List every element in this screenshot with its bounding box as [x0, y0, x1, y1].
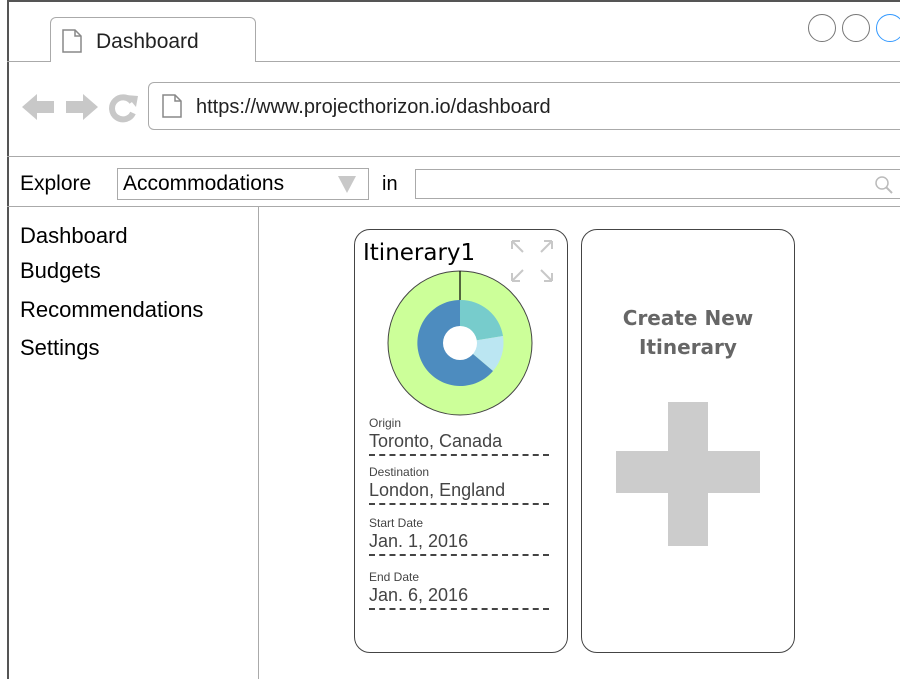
create-itinerary-line2: Itinerary [639, 335, 737, 359]
search-icon[interactable] [874, 175, 894, 195]
window-left-edge [7, 0, 9, 679]
create-itinerary-line1: Create New [622, 306, 754, 330]
category-dropdown-value: Accommodations [123, 172, 285, 195]
sidebar-item-recommendations[interactable]: Recommendations [20, 297, 203, 323]
plus-icon[interactable] [616, 402, 760, 546]
browser-window: Dashboard https://www.projecthorizon.io/… [0, 0, 900, 679]
back-arrow-icon[interactable] [22, 92, 56, 122]
document-icon [162, 94, 182, 118]
in-label: in [382, 173, 398, 195]
sidebar-item-budgets[interactable]: Budgets [20, 258, 101, 284]
destination-value: London, England [369, 480, 506, 500]
address-bar[interactable]: https://www.projecthorizon.io/dashboard [148, 82, 900, 130]
end-date-field: End Date Jan. 6, 2016 [369, 570, 549, 610]
destination-label: Destination [369, 465, 430, 479]
start-date-field: Start Date Jan. 1, 2016 [369, 516, 549, 556]
window-top-edge [7, 0, 900, 2]
origin-value: Toronto, Canada [369, 431, 503, 451]
tab-title: Dashboard [96, 30, 199, 53]
end-date-underline [369, 608, 549, 610]
tab-gap [51, 61, 255, 62]
create-itinerary-card[interactable]: Create New Itinerary [581, 229, 795, 653]
url-text: https://www.projecthorizon.io/dashboard [196, 96, 551, 118]
sidebar-item-settings[interactable]: Settings [20, 335, 100, 361]
window-minimize-button[interactable] [842, 14, 870, 42]
document-icon [62, 29, 82, 53]
chevron-down-icon [338, 176, 356, 193]
toolbar-divider [7, 156, 900, 157]
window-maximize-button[interactable] [876, 14, 900, 42]
explore-label: Explore [20, 172, 92, 195]
browser-tab-dashboard[interactable]: Dashboard [50, 17, 256, 62]
budget-donut-chart [387, 270, 533, 416]
location-search-input[interactable] [415, 169, 900, 199]
origin-underline [369, 454, 549, 456]
reload-icon[interactable] [107, 93, 139, 123]
origin-field: Origin Toronto, Canada [369, 416, 549, 456]
create-itinerary-label: Create New Itinerary [582, 304, 794, 362]
destination-underline [369, 503, 549, 505]
start-date-label: Start Date [369, 516, 424, 530]
origin-label: Origin [369, 416, 402, 430]
window-close-button[interactable] [808, 14, 836, 42]
itinerary-title: Itinerary1 [363, 240, 476, 266]
end-date-label: End Date [369, 570, 420, 584]
end-date-value: Jan. 6, 2016 [369, 585, 469, 605]
explore-bar-divider [7, 206, 900, 207]
start-date-underline [369, 554, 549, 556]
category-dropdown[interactable]: Accommodations [117, 168, 369, 200]
itinerary-card[interactable]: Itinerary1 Origin Toronto, Canada Destin… [354, 229, 568, 653]
sidebar-divider [258, 207, 259, 679]
destination-field: Destination London, England [369, 465, 549, 505]
start-date-value: Jan. 1, 2016 [369, 531, 469, 551]
forward-arrow-icon[interactable] [64, 92, 98, 122]
sidebar-item-dashboard[interactable]: Dashboard [20, 223, 128, 249]
